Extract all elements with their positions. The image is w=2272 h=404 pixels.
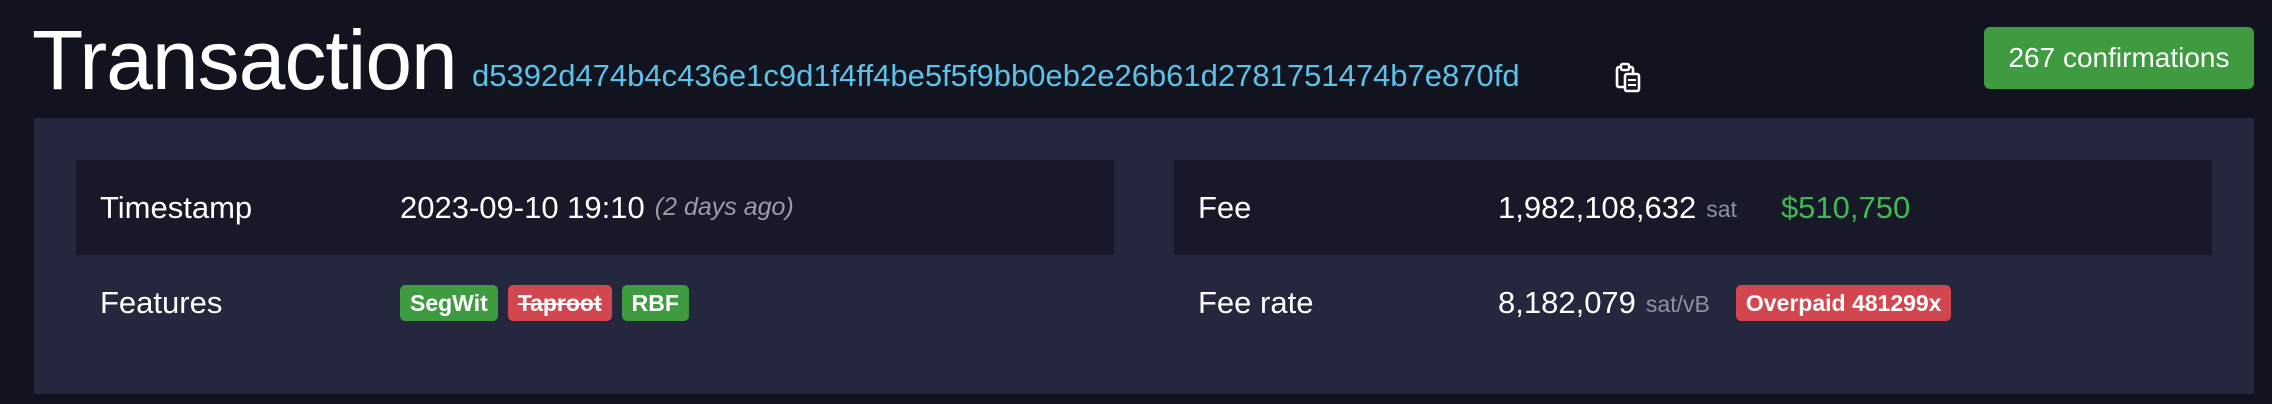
- fee-value: 1,982,108,632: [1498, 189, 1697, 225]
- features-row: Features SegWit Taproot RBF: [76, 255, 1114, 350]
- overpaid-badge: Overpaid 481299x: [1735, 284, 1952, 321]
- fee-rate-value: 8,182,079: [1498, 284, 1636, 320]
- features-tags: SegWit Taproot RBF: [400, 255, 699, 350]
- details-right-table: Fee 1,982,108,632 sat $510,750 Fee rate …: [1174, 160, 2212, 350]
- feature-tag-taproot[interactable]: Taproot: [507, 284, 612, 321]
- page-title: Transaction: [32, 13, 458, 107]
- fee-row: Fee 1,982,108,632 sat $510,750: [1174, 160, 2212, 255]
- fee-label: Fee: [1198, 190, 1252, 225]
- details-left-table: Timestamp 2023-09-10 19:10 (2 days ago) …: [76, 160, 1114, 350]
- timestamp-value-cell: 2023-09-10 19:10 (2 days ago): [400, 160, 794, 255]
- transaction-id-link[interactable]: d5392d474b4c436e1c9d1f4ff4be5f5f9bb0eb2e…: [472, 56, 1520, 96]
- timestamp-relative: (2 days ago): [654, 193, 794, 221]
- feature-tag-rbf[interactable]: RBF: [621, 284, 689, 321]
- confirmations-badge: 267 confirmations: [1984, 27, 2254, 89]
- clipboard-icon[interactable]: [1614, 62, 1642, 94]
- features-label: Features: [100, 285, 223, 320]
- timestamp-row: Timestamp 2023-09-10 19:10 (2 days ago): [76, 160, 1114, 255]
- timestamp-value: 2023-09-10 19:10: [400, 189, 645, 225]
- fee-rate-value-cell: 8,182,079 sat/vB Overpaid 481299x: [1498, 255, 1961, 350]
- fee-unit: sat: [1706, 196, 1737, 222]
- fee-rate-unit: sat/vB: [1645, 291, 1710, 317]
- feature-tag-segwit[interactable]: SegWit: [400, 284, 498, 321]
- transaction-details-panel: Timestamp 2023-09-10 19:10 (2 days ago) …: [34, 118, 2254, 394]
- fee-rate-row: Fee rate 8,182,079 sat/vB Overpaid 48129…: [1174, 255, 2212, 350]
- fee-value-cell: 1,982,108,632 sat $510,750: [1498, 160, 1910, 255]
- page-header: Transaction d5392d474b4c436e1c9d1f4ff4be…: [0, 0, 2272, 118]
- fee-fiat-value: $510,750: [1780, 189, 1911, 225]
- fee-rate-label: Fee rate: [1198, 285, 1314, 320]
- timestamp-label: Timestamp: [100, 190, 253, 225]
